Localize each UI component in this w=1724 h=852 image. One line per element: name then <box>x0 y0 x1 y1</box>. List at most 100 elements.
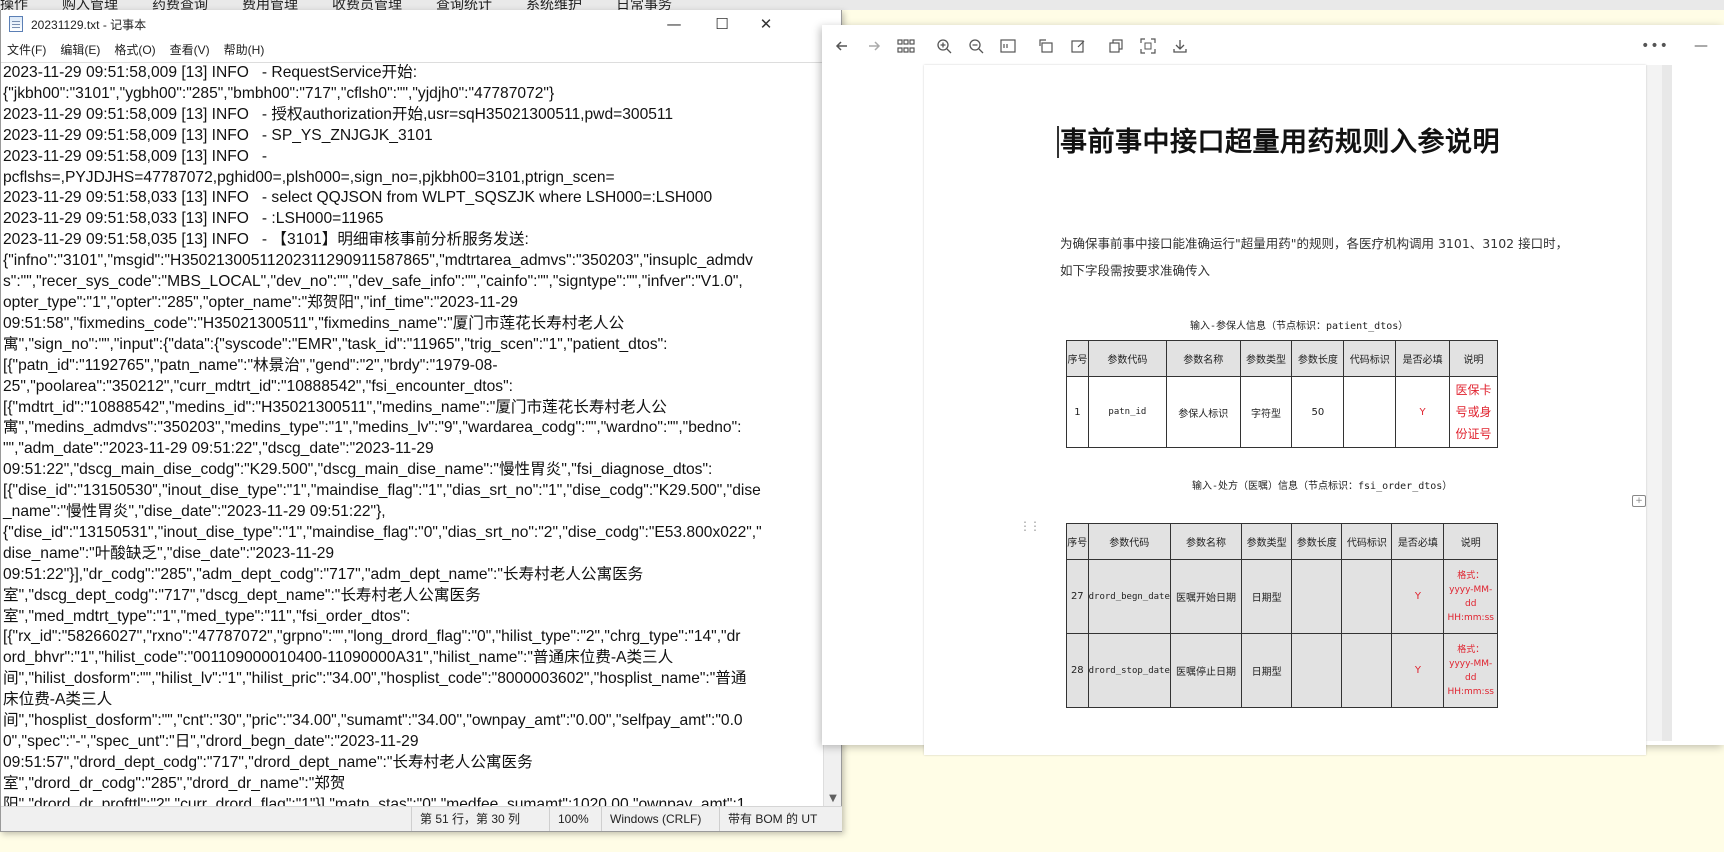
table-header-cell: 是否必填 <box>1391 523 1445 560</box>
table-header-cell: 序号 <box>1066 340 1089 377</box>
table-cell <box>1341 633 1393 708</box>
background-menu-item[interactable]: 购入管理 <box>62 0 118 10</box>
text-line: 室","med_mdtrt_type":"1","med_type":"11",… <box>3 607 411 625</box>
close-button[interactable]: ✕ <box>743 10 789 38</box>
intro-line-2: 如下字段需按要求准确传入 <box>1060 263 1211 278</box>
table-header-cell: 参数长度 <box>1291 340 1345 377</box>
notepad-statusbar: 第 51 行，第 30 列 100% Windows (CRLF) 带有 BOM… <box>1 806 842 831</box>
text-line: 0","spec":"-","spec_unt":"日","drord_begn… <box>3 733 419 750</box>
status-line-ending: Windows (CRLF) <box>601 807 701 831</box>
background-menu-item[interactable]: 日常事务 <box>616 0 672 10</box>
table-header-cell: 说明 <box>1443 523 1498 560</box>
table-cell: 参保人标识 <box>1165 376 1241 448</box>
status-position: 第 51 行，第 30 列 <box>411 807 520 831</box>
text-line: 09:51:58","fixmedins_code":"H35021300511… <box>3 314 625 332</box>
menu-format[interactable]: 格式(O) <box>114 41 155 58</box>
intro-line-1: 为确保事前事中接口能准确运行"超量用药"的规则，各医疗机构调用 3101、310… <box>1060 236 1569 251</box>
document-page: 事前事中接口超量用药规则入参说明 为确保事前事中接口能准确运行"超量用药"的规则… <box>924 65 1646 755</box>
text-line: 间","hosplist_dosform":"","cnt":"30","pri… <box>3 712 743 730</box>
table-cell: 日期型 <box>1241 633 1293 708</box>
table-cell: Y <box>1391 559 1445 634</box>
text-line: 2023-11-29 09:51:58,009 [13] INFO - Requ… <box>3 64 418 81</box>
table-cell: 字符型 <box>1239 376 1293 448</box>
fit-width-icon[interactable] <box>992 31 1024 61</box>
text-line: [{"dise_id":"13150530","inout_dise_type"… <box>3 482 761 500</box>
minimize-button[interactable]: — <box>651 10 697 38</box>
text-line: 25","poolarea":"350212","curr_mdtrt_id":… <box>3 377 513 395</box>
background-menu-item[interactable]: 操作 <box>0 0 28 10</box>
table-cell <box>1341 559 1393 634</box>
table-header-cell: 是否必填 <box>1395 340 1451 377</box>
document-scrollbar[interactable] <box>1662 65 1672 741</box>
table-header-cell: 参数代码 <box>1087 523 1171 560</box>
menu-file[interactable]: 文件(F) <box>7 41 46 58</box>
text-line: 2023-11-29 09:51:58,033 [13] INFO - :LSH… <box>3 210 384 228</box>
copy-icon[interactable] <box>1100 31 1132 61</box>
text-line: 2023-11-29 09:51:58,033 [13] INFO - sele… <box>3 189 713 207</box>
status-zoom: 100% <box>549 807 589 831</box>
background-menu-item[interactable]: 收费员管理 <box>332 0 402 10</box>
table-cell: 1 <box>1066 376 1089 448</box>
background-menu-item[interactable]: 费用管理 <box>242 0 298 10</box>
back-arrow-icon[interactable] <box>826 31 858 61</box>
text-line: s":"","recer_sys_code":"MBS_LOCAL","dev_… <box>3 273 743 291</box>
text-line: 寓","medins_admdvs":"350203","medins_type… <box>3 419 742 437</box>
document-viewer-window: ••• — 事前事中接口超量用药规则入参说明 为确保事前事中接口能准确运行"超量… <box>822 25 1724 755</box>
table-cell: 28 <box>1066 633 1089 708</box>
status-encoding: 带有 BOM 的 UT <box>719 807 817 831</box>
table-cell: 医嘱停止日期 <box>1169 633 1243 708</box>
table-cell: 格式：yyyy-MM-dd HH:mm:ss <box>1443 633 1498 708</box>
zoom-in-icon[interactable] <box>928 31 960 61</box>
viewer-minimize-button[interactable]: — <box>1678 31 1724 61</box>
text-line: 间","hilist_dosform":"","hilist_lv":"1","… <box>3 670 747 688</box>
text-line: 床位费-A类三人 <box>3 691 113 709</box>
background-app-menubar: 操作 购入管理 药费查询 费用管理 收费员管理 查询统计 系统维护 日常事务 <box>0 0 1724 10</box>
text-line: opter_type":"1","opter":"285","opter_nam… <box>3 293 518 311</box>
scroll-down-arrow-icon[interactable]: ▼ <box>824 790 842 807</box>
forward-arrow-icon[interactable] <box>858 31 890 61</box>
menu-help[interactable]: 帮助(H) <box>224 41 265 58</box>
background-menu-item[interactable]: 系统维护 <box>526 0 582 10</box>
table-header-cell: 参数代码 <box>1087 340 1167 377</box>
notepad-text-content[interactable]: 2023-11-29 09:51:58,009 [13] INFO - Requ… <box>1 63 824 807</box>
notepad-titlebar[interactable]: 20231129.txt - 记事本 — ☐ ✕ <box>1 10 841 38</box>
table1-caption: 输入-参保人信息（节点标识：patient_dtos） <box>1190 321 1409 332</box>
save-icon[interactable] <box>1164 31 1196 61</box>
text-line: 2023-11-29 09:51:58,035 [13] INFO - 【310… <box>3 231 529 249</box>
document-intro: 为确保事前事中接口能准确运行"超量用药"的规则，各医疗机构调用 3101、310… <box>1060 230 1580 284</box>
menu-edit[interactable]: 编辑(E) <box>60 41 100 58</box>
rotate-icon[interactable] <box>1030 31 1062 61</box>
more-options-button[interactable]: ••• <box>1632 31 1678 61</box>
text-line: 09:51:22","dscg_main_dise_codg":"K29.500… <box>3 461 713 479</box>
background-menu: 操作 购入管理 药费查询 费用管理 收费员管理 查询统计 系统维护 日常事务 <box>0 0 706 10</box>
crop-icon[interactable] <box>1132 31 1164 61</box>
background-menu-item[interactable]: 查询统计 <box>436 0 492 10</box>
add-comment-icon[interactable]: + <box>1632 495 1646 507</box>
edit-icon[interactable] <box>1062 31 1094 61</box>
table-row: 28 drord_stop_date 医嘱停止日期 日期型 Y 格式：yyyy-MM-dd… <box>1066 633 1498 708</box>
table-header-cell: 代码标识 <box>1343 340 1397 377</box>
zoom-out-icon[interactable] <box>960 31 992 61</box>
grid-icon[interactable] <box>890 31 922 61</box>
table-cell: Y <box>1391 633 1445 708</box>
text-line: 2023-11-29 09:51:58,009 [13] INFO - SP_Y… <box>3 126 433 144</box>
document-canvas[interactable]: 事前事中接口超量用药规则入参说明 为确保事前事中接口能准确运行"超量用药"的规则… <box>924 65 1662 755</box>
text-line: {"dise_id":"13150531","inout_dise_type":… <box>3 523 762 541</box>
table-cell: 27 <box>1066 559 1089 634</box>
notepad-text-area[interactable]: 2023-11-29 09:51:58,009 [13] INFO - Requ… <box>1 62 824 807</box>
table2-caption: 输入-处方（医嘱）信息（节点标识：fsi_order_dtos） <box>1192 481 1453 492</box>
patient-params-table: 序号 参数代码 参数名称 参数类型 参数长度 代码标识 是否必填 说明 1 patn_id 参保人… <box>1066 340 1498 448</box>
notepad-menubar: 文件(F) 编辑(E) 格式(O) 查看(V) 帮助(H) <box>1 38 841 60</box>
table-cell <box>1291 633 1343 708</box>
text-line: dise_name":"叶酸缺乏","dise_date":"2023-11-2… <box>3 544 335 562</box>
background-menu-item[interactable]: 药费查询 <box>152 0 208 10</box>
notepad-title: 20231129.txt - 记事本 <box>31 17 147 32</box>
maximize-button[interactable]: ☐ <box>699 10 745 38</box>
text-line: 09:51:22"}],"dr_codg":"285","adm_dept_co… <box>3 565 644 583</box>
menu-view[interactable]: 查看(V) <box>170 41 210 58</box>
notepad-window: 20231129.txt - 记事本 — ☐ ✕ 文件(F) 编辑(E) 格式(… <box>0 10 842 832</box>
text-line: {"jkbh00":"3101","ygbh00":"285","bmbh00"… <box>3 84 555 102</box>
text-line: 09:51:57","drord_dept_codg":"717","drord… <box>3 753 533 771</box>
table-header-cell: 参数名称 <box>1169 523 1243 560</box>
drag-handle-icon[interactable]: ⋮⋮ <box>1019 519 1041 533</box>
